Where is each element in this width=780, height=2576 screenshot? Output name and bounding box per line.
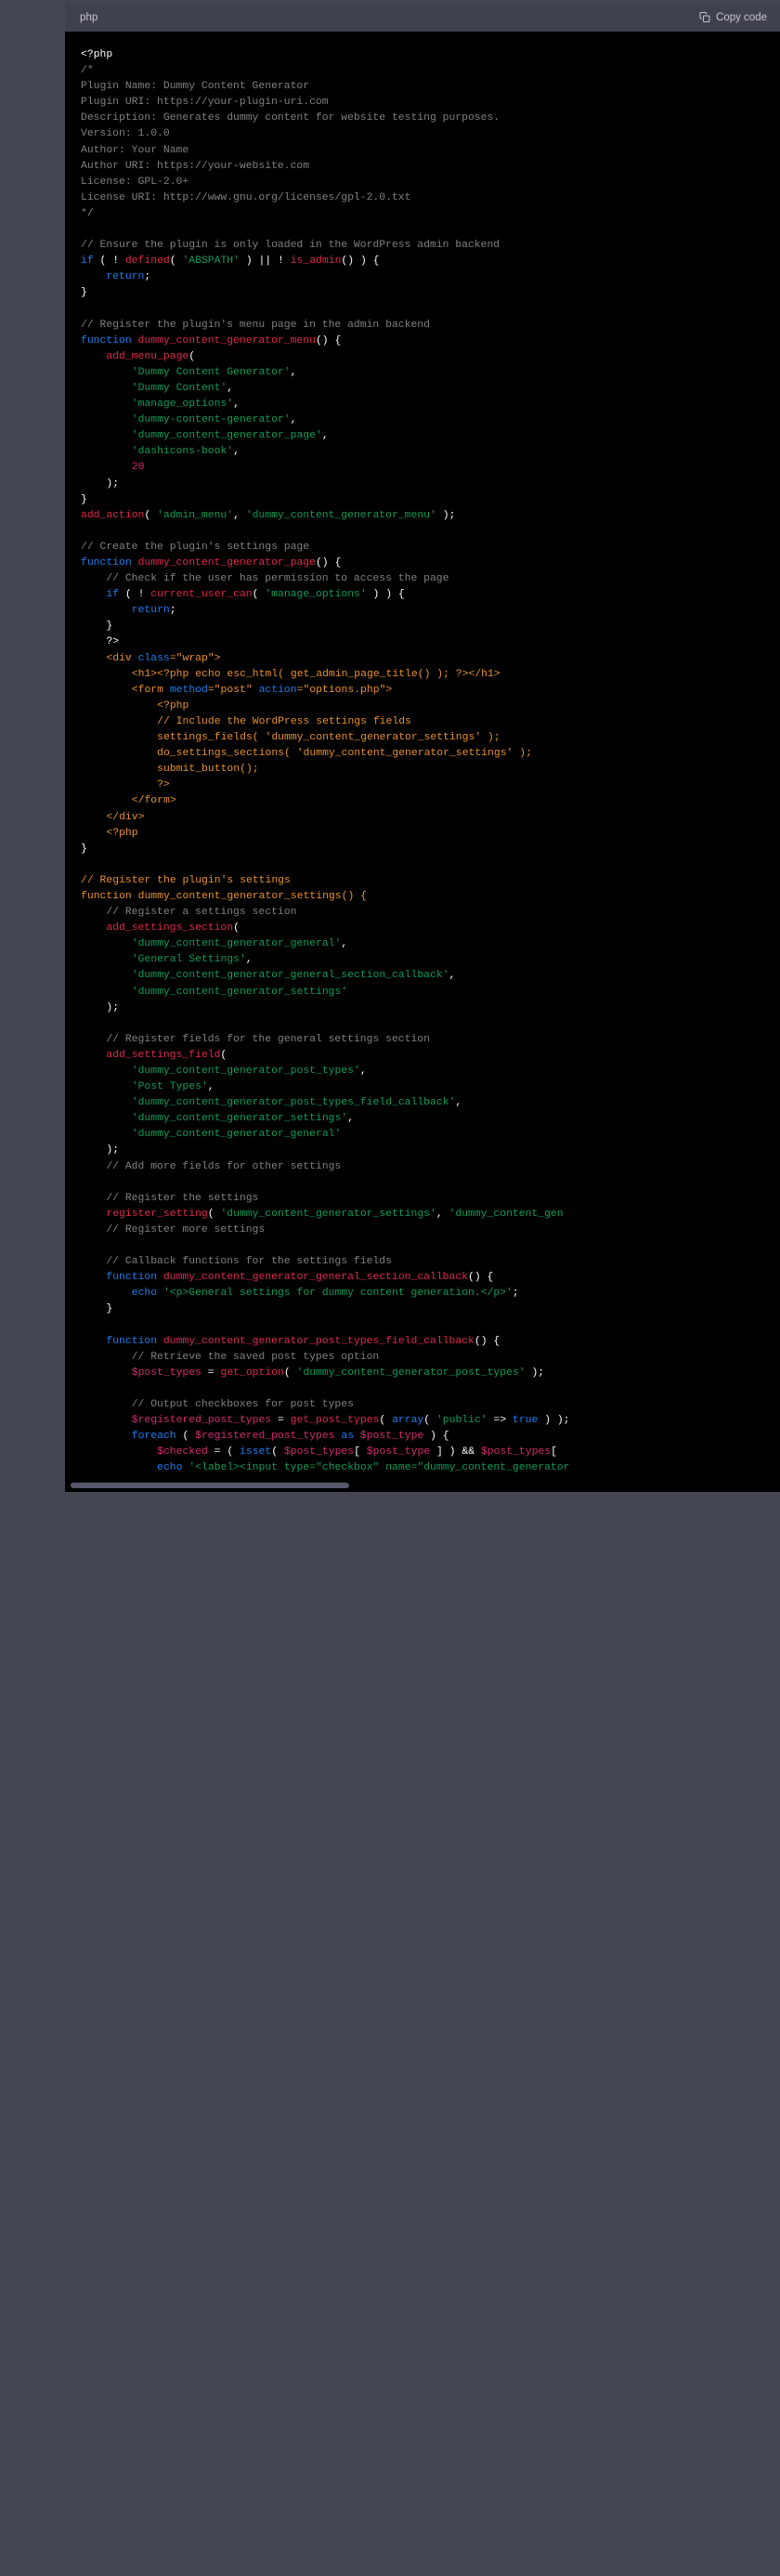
code-language-label: php (80, 11, 98, 23)
scrollbar-thumb[interactable] (71, 1483, 349, 1489)
code-content[interactable]: <?php /* Plugin Name: Dummy Content Gene… (65, 47, 780, 1476)
code-block-header: php Copy code (65, 3, 780, 32)
code-block: php Copy code <?php /* Plugin Name: Dumm… (65, 3, 780, 1493)
copy-code-button[interactable]: Copy code (699, 11, 767, 23)
copy-code-label: Copy code (716, 11, 767, 23)
chat-message-code-view: php Copy code <?php /* Plugin Name: Dumm… (0, 0, 780, 2576)
code-block-body: <?php /* Plugin Name: Dummy Content Gene… (65, 32, 780, 1493)
horizontal-scrollbar[interactable] (65, 1479, 780, 1493)
clipboard-icon (699, 11, 710, 23)
